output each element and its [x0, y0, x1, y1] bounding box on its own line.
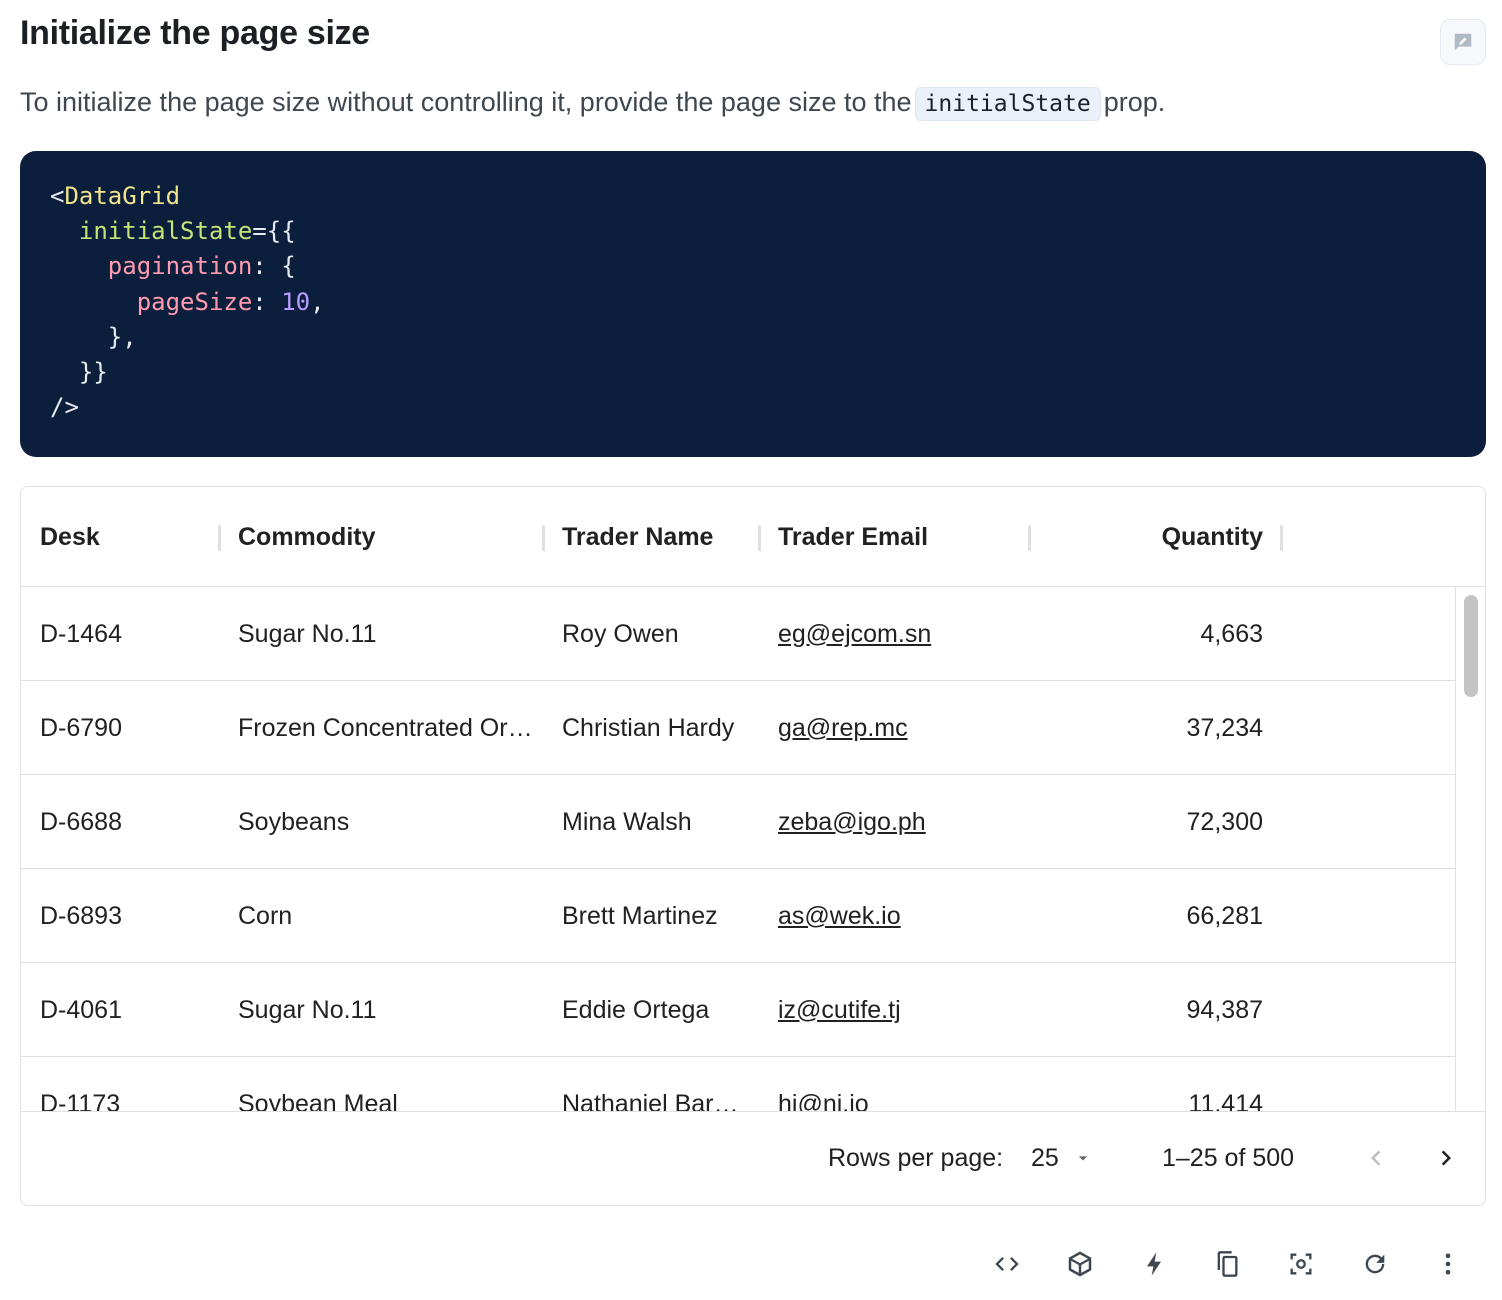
code-icon: [995, 1257, 1019, 1271]
codesandbox-button[interactable]: [1060, 1244, 1100, 1284]
description-text: To initialize the page size without cont…: [20, 87, 912, 117]
code-tag: DataGrid: [64, 182, 181, 210]
cell-desk: D-1173: [40, 1089, 121, 1112]
cell-trader-name: Christian Hardy: [562, 713, 735, 742]
table-row[interactable]: D-6790 Frozen Concentrated Or… Christian…: [21, 681, 1455, 775]
codesandbox-icon: [1068, 1251, 1092, 1277]
table-row[interactable]: D-1464 Sugar No.11 Roy Owen eg@ejcom.sn …: [21, 587, 1455, 681]
cell-desk: D-6893: [40, 901, 122, 930]
cell-quantity: 94,387: [1186, 995, 1263, 1024]
cell-desk: D-6688: [40, 807, 122, 836]
cell-commodity: Soybeans: [238, 807, 350, 836]
column-header-quantity[interactable]: Quantity: [1048, 487, 1263, 587]
cell-quantity: 4,663: [1200, 619, 1263, 648]
inline-code: initialState: [914, 87, 1101, 121]
copy-icon: [1217, 1251, 1238, 1277]
rows-per-page-value: 25: [1031, 1143, 1059, 1172]
pagination-range: 1–25 of 500: [1162, 1144, 1295, 1172]
cell-commodity: Soybean Meal: [238, 1089, 398, 1112]
screenshot-icon: [1290, 1253, 1312, 1275]
cell-trader-email[interactable]: hi@ni.io: [778, 1057, 1018, 1112]
grid-footer: Rows per page: 25 1–25 of 500: [21, 1111, 1485, 1205]
cell-quantity: 66,281: [1186, 901, 1263, 930]
cell-commodity: Frozen Concentrated Or…: [238, 713, 533, 742]
cell-trader-name: Mina Walsh: [562, 807, 692, 836]
cell-desk: D-1464: [40, 619, 122, 648]
chevron-right-icon: [1441, 1150, 1451, 1166]
stackblitz-icon: [1147, 1252, 1161, 1276]
cell-commodity: Corn: [238, 901, 293, 930]
cell-commodity: Sugar No.11: [238, 995, 377, 1024]
cell-trader-email[interactable]: as@wek.io: [778, 869, 1018, 963]
demo-toolbar: [0, 1244, 1502, 1284]
feedback-icon: [1454, 33, 1472, 51]
code-key-pagination: pagination: [107, 252, 253, 281]
cell-trader-email[interactable]: ga@rep.mc: [778, 681, 1018, 775]
cell-trader-email[interactable]: eg@ejcom.sn: [778, 587, 1018, 681]
copy-source-button[interactable]: [1207, 1244, 1247, 1284]
more-options-button[interactable]: [1428, 1244, 1468, 1284]
rows-per-page-select[interactable]: 25: [1031, 1136, 1093, 1180]
code-value: 10: [281, 287, 311, 316]
code-block: <DataGrid initialState={{ pagination: { …: [20, 151, 1486, 457]
show-code-button[interactable]: [987, 1244, 1027, 1284]
cell-trader-email[interactable]: iz@cutife.tj: [778, 963, 1018, 1057]
cell-quantity: 72,300: [1186, 807, 1263, 836]
description-suffix: prop.: [1103, 87, 1166, 117]
section-title: Initialize the page size: [20, 14, 370, 52]
table-row[interactable]: D-1173 Soybean Meal Nathaniel Bar… hi@ni…: [21, 1057, 1455, 1112]
screenshot-button[interactable]: [1281, 1244, 1321, 1284]
column-separator[interactable]: [542, 525, 545, 551]
dropdown-arrow-icon: [1078, 1156, 1087, 1161]
cell-trader-name: Brett Martinez: [562, 901, 718, 930]
previous-page-button[interactable]: [1356, 1138, 1396, 1178]
cell-quantity: 11,414: [1188, 1089, 1263, 1112]
cell-trader-name: Roy Owen: [562, 619, 679, 648]
data-grid: Desk Commodity Trader Name Trader Email …: [20, 486, 1486, 1206]
grid-body: D-1464 Sugar No.11 Roy Owen eg@ejcom.sn …: [21, 587, 1455, 1111]
cell-trader-name: Eddie Ortega: [562, 995, 710, 1024]
next-page-button[interactable]: [1426, 1138, 1466, 1178]
column-header-trader-email[interactable]: Trader Email: [778, 487, 1018, 587]
feedback-button[interactable]: [1440, 19, 1486, 65]
code-key-pagesize: pageSize: [136, 287, 253, 316]
column-separator[interactable]: [1028, 525, 1031, 551]
column-separator[interactable]: [758, 525, 761, 551]
reset-demo-button[interactable]: [1355, 1244, 1395, 1284]
code-attr: initialState: [78, 217, 253, 246]
table-row[interactable]: D-4061 Sugar No.11 Eddie Ortega iz@cutif…: [21, 963, 1455, 1057]
column-header-desk[interactable]: Desk: [40, 487, 210, 587]
column-separator[interactable]: [1280, 525, 1283, 551]
stackblitz-button[interactable]: [1134, 1244, 1174, 1284]
table-row[interactable]: D-6893 Corn Brett Martinez as@wek.io 66,…: [21, 869, 1455, 963]
section-description: To initialize the page size without cont…: [20, 84, 1165, 122]
table-row[interactable]: D-6688 Soybeans Mina Walsh zeba@igo.ph 7…: [21, 775, 1455, 869]
scrollbar-thumb[interactable]: [1464, 595, 1478, 697]
column-header-trader-name[interactable]: Trader Name: [562, 487, 752, 587]
vertical-scrollbar[interactable]: [1455, 587, 1485, 1111]
cell-quantity: 37,234: [1186, 713, 1263, 742]
column-header-commodity[interactable]: Commodity: [238, 487, 538, 587]
cell-trader-email[interactable]: zeba@igo.ph: [778, 775, 1018, 869]
grid-header: Desk Commodity Trader Name Trader Email …: [21, 487, 1485, 587]
more-icon: [1445, 1253, 1451, 1275]
column-separator[interactable]: [218, 525, 221, 551]
cell-commodity: Sugar No.11: [238, 619, 377, 648]
chevron-left-icon: [1371, 1150, 1381, 1166]
cell-desk: D-4061: [40, 995, 122, 1024]
reset-icon: [1365, 1254, 1385, 1274]
cell-desk: D-6790: [40, 713, 122, 742]
cell-trader-name: Nathaniel Bar…: [562, 1089, 739, 1112]
rows-per-page-label: Rows per page:: [828, 1144, 1004, 1172]
